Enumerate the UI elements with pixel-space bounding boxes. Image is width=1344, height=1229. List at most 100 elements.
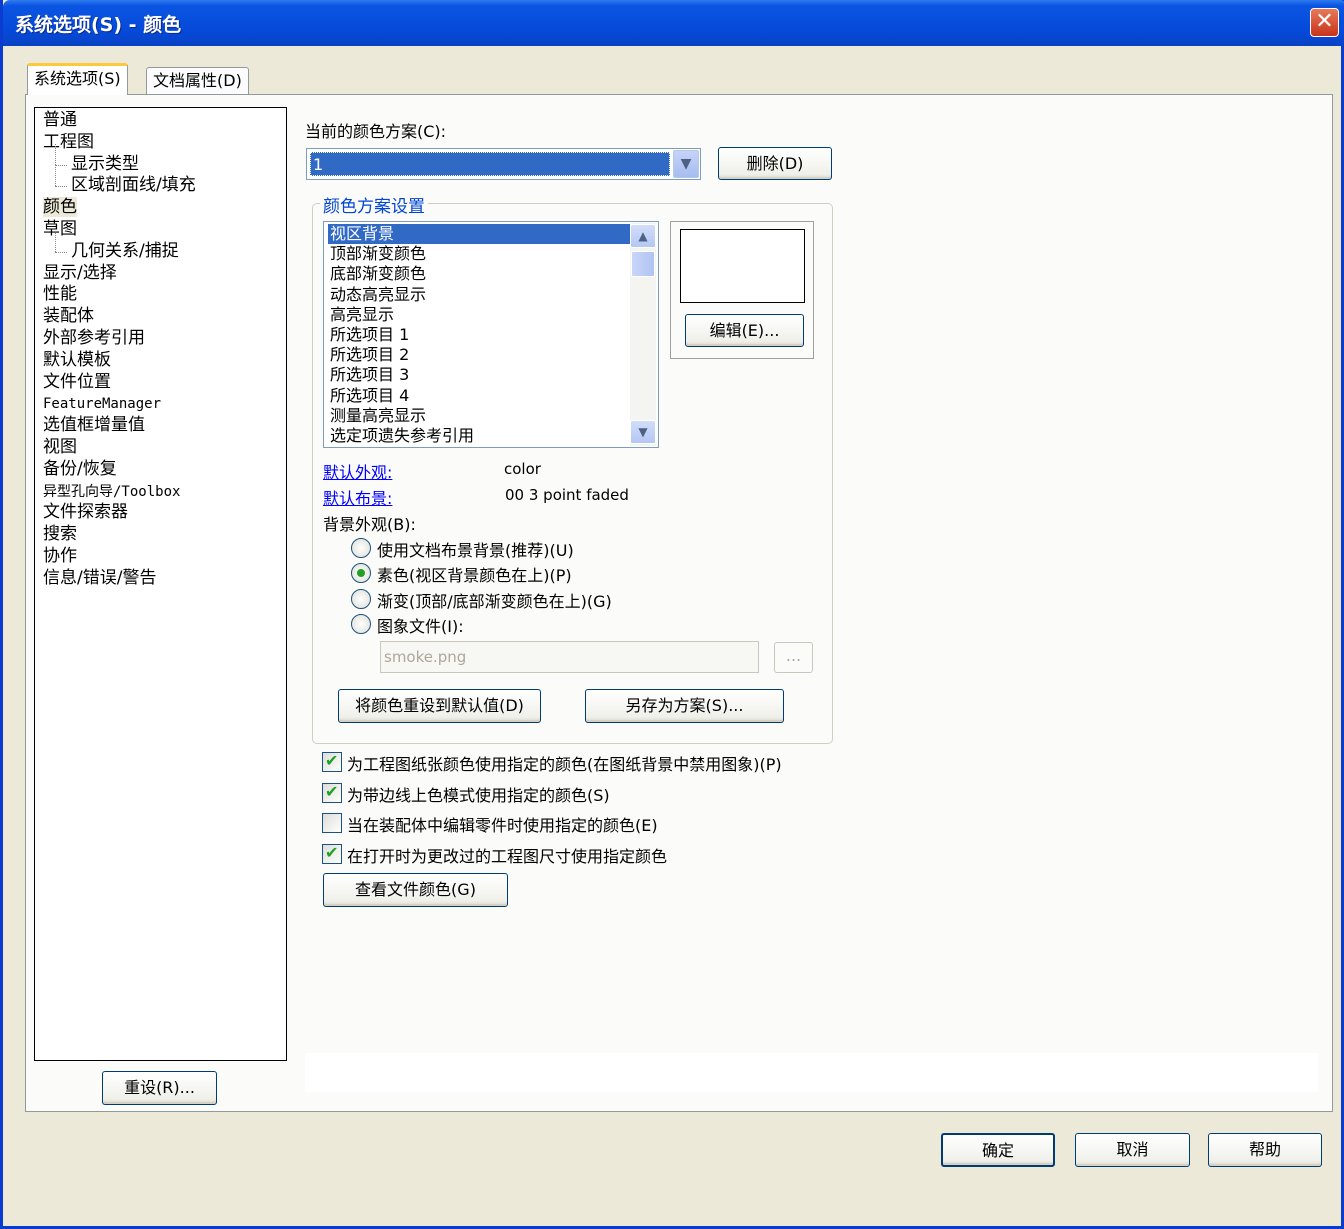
tree-item[interactable]: 默认模板 (43, 350, 286, 372)
tree-item-label: 区域剖面线/填充 (71, 175, 196, 196)
scroll-up-icon[interactable]: ▲ (630, 224, 656, 248)
tree-item-label: 颜色 (43, 197, 77, 218)
tree-item[interactable]: 异型孔向导/Toolbox (43, 481, 286, 503)
reset-colors-button[interactable]: 将颜色重设到默认值(D) (338, 689, 541, 723)
view-file-colors-button[interactable]: 查看文件颜色(G) (323, 873, 508, 907)
checkbox-assembly-edit-color[interactable] (322, 813, 342, 833)
tree-item-label: 备份/恢复 (43, 458, 117, 479)
tree-item-label: FeatureManager (43, 396, 162, 413)
cancel-button[interactable]: 取消 (1075, 1133, 1190, 1167)
title-bar: 系统选项(S) - 颜色 ✕ (3, 0, 1344, 46)
image-file-field[interactable]: smoke.png (380, 641, 759, 673)
radio-image-file[interactable] (351, 614, 371, 634)
default-scene-link[interactable]: 默认布景: (323, 485, 392, 509)
radio-label: 图象文件(I): (377, 617, 464, 636)
tree-item-label: 文件位置 (43, 371, 111, 392)
list-item[interactable]: 底部渐变颜色 (328, 264, 428, 284)
checkbox-drawing-paper-color[interactable] (322, 751, 342, 772)
tree-item[interactable]: 显示类型 (43, 143, 286, 176)
tree-item[interactable]: 性能 (43, 284, 286, 306)
checkbox-shaded-with-edges[interactable] (322, 782, 342, 803)
tab-document-properties[interactable]: 文档属性(D) (146, 67, 249, 95)
tree-item-label: 选值框增量值 (43, 415, 145, 436)
list-item[interactable]: 所选项目 2 (328, 345, 411, 365)
tree-item[interactable]: FeatureManager (43, 393, 286, 415)
tree-item-label: 异型孔向导/Toolbox (43, 483, 181, 500)
tree-item[interactable]: 视图 (43, 437, 286, 459)
radio-gradient[interactable] (351, 589, 371, 609)
list-item[interactable]: 所选项目 1 (328, 325, 411, 345)
edit-button[interactable]: 编辑(E)... (685, 314, 804, 347)
radio-plain[interactable] (351, 563, 371, 583)
list-item[interactable]: 选定项遗失参考引用 (328, 426, 476, 446)
tree-item-label: 信息/错误/警告 (43, 567, 157, 588)
tree-item[interactable]: 文件探索器 (43, 502, 286, 524)
tree-item[interactable]: 区域剖面线/填充 (43, 165, 286, 197)
tree-item-label: 协作 (43, 545, 77, 566)
default-appearance-link[interactable]: 默认外观: (323, 459, 392, 483)
checkbox-label: 在打开时为更改过的工程图尺寸使用指定颜色 (347, 847, 668, 866)
tree-item[interactable]: 选值框增量值 (43, 415, 286, 437)
window-title: 系统选项(S) - 颜色 (15, 14, 182, 36)
tree-item[interactable]: 工程图 (43, 132, 286, 154)
tree-item-label: 搜索 (43, 524, 77, 545)
scroll-down-icon[interactable]: ▼ (630, 420, 656, 444)
default-scene-value: 00 3 point faded (505, 486, 629, 504)
tree-item-label: 文件探索器 (43, 502, 128, 523)
tree-item-label: 显示类型 (71, 153, 139, 174)
list-item[interactable]: 所选项目 3 (328, 365, 411, 385)
tree-item-label: 显示/选择 (43, 262, 117, 283)
background-appearance-label: 背景外观(B): (323, 515, 416, 534)
list-scrollbar[interactable]: ▲ ▼ (630, 223, 656, 446)
options-tree[interactable]: 普通 工程图 显示类型 区域剖面线/填充 颜色 草图 几何关系/捕捉 显示/选择 性能 装配体 外部… (34, 107, 287, 1061)
tree-item-label: 性能 (43, 284, 77, 305)
tree-item[interactable]: 几何关系/捕捉 (43, 230, 286, 263)
help-button[interactable]: 帮助 (1208, 1133, 1322, 1167)
list-item[interactable]: 动态高亮显示 (328, 285, 428, 305)
radio-label: 素色(视区背景颜色在上)(P) (377, 566, 572, 585)
save-scheme-button[interactable]: 另存为方案(S)... (585, 689, 784, 723)
color-item-list[interactable]: 视区背景 顶部渐变颜色 底部渐变颜色 动态高亮显示 高亮显示 所选项目 1 所选项目 2 所选… (323, 221, 659, 448)
radio-label: 使用文档布景背景(推荐)(U) (377, 541, 574, 560)
scheme-select-value: 1 (310, 152, 670, 176)
tree-item[interactable]: 文件位置 (43, 372, 286, 394)
tree-item[interactable]: 草图 (43, 219, 286, 241)
browse-button[interactable]: ... (774, 642, 813, 673)
list-item[interactable]: 视区背景 (328, 224, 630, 245)
tree-item-label: 视图 (43, 436, 77, 457)
default-appearance-value: color (504, 460, 541, 478)
tree-item[interactable]: 外部参考引用 (43, 328, 286, 350)
tree-item[interactable]: 搜索 (43, 524, 286, 546)
color-preview-swatch (680, 229, 805, 303)
radio-document-scene[interactable] (351, 538, 371, 558)
list-item[interactable]: 所选项目 4 (328, 386, 411, 406)
checkbox-label: 当在装配体中编辑零件时使用指定的颜色(E) (347, 816, 658, 835)
tree-item[interactable]: 颜色 (43, 197, 286, 219)
ok-button[interactable]: 确定 (941, 1133, 1055, 1167)
chevron-down-icon[interactable]: ▼ (673, 150, 699, 178)
list-item[interactable]: 顶部渐变颜色 (328, 244, 428, 264)
reset-button[interactable]: 重设(R)... (102, 1071, 217, 1105)
tree-item[interactable]: 显示/选择 (43, 263, 286, 285)
description-area (305, 1053, 1318, 1092)
tree-item-label: 默认模板 (43, 349, 111, 370)
delete-button[interactable]: 删除(D) (718, 147, 832, 180)
tree-item[interactable]: 装配体 (43, 306, 286, 328)
close-icon[interactable]: ✕ (1310, 8, 1339, 37)
tree-item[interactable]: 普通 (43, 110, 286, 132)
scheme-label: 当前的颜色方案(C): (305, 122, 447, 141)
group-legend: 颜色方案设置 (320, 192, 428, 217)
list-item[interactable]: 测量高亮显示 (328, 406, 428, 426)
dialog-window: 系统选项(S) - 颜色 ✕ 系统选项(S) 文档属性(D) 普通 工程图 显示类型… (0, 0, 1344, 1229)
list-item[interactable]: 高亮显示 (328, 305, 396, 325)
tab-system-options[interactable]: 系统选项(S) (27, 63, 128, 95)
tree-item[interactable]: 协作 (43, 546, 286, 568)
scroll-thumb[interactable] (631, 251, 655, 277)
scheme-select[interactable]: 1 ▼ (306, 148, 701, 180)
checkbox-label: 为带边线上色模式使用指定的颜色(S) (347, 786, 610, 805)
tree-item-label: 外部参考引用 (43, 327, 145, 348)
tree-item[interactable]: 信息/错误/警告 (43, 568, 286, 590)
checkbox-changed-dimensions[interactable] (322, 843, 342, 864)
tree-item[interactable]: 备份/恢复 (43, 459, 286, 481)
tree-item-label: 装配体 (43, 306, 94, 327)
